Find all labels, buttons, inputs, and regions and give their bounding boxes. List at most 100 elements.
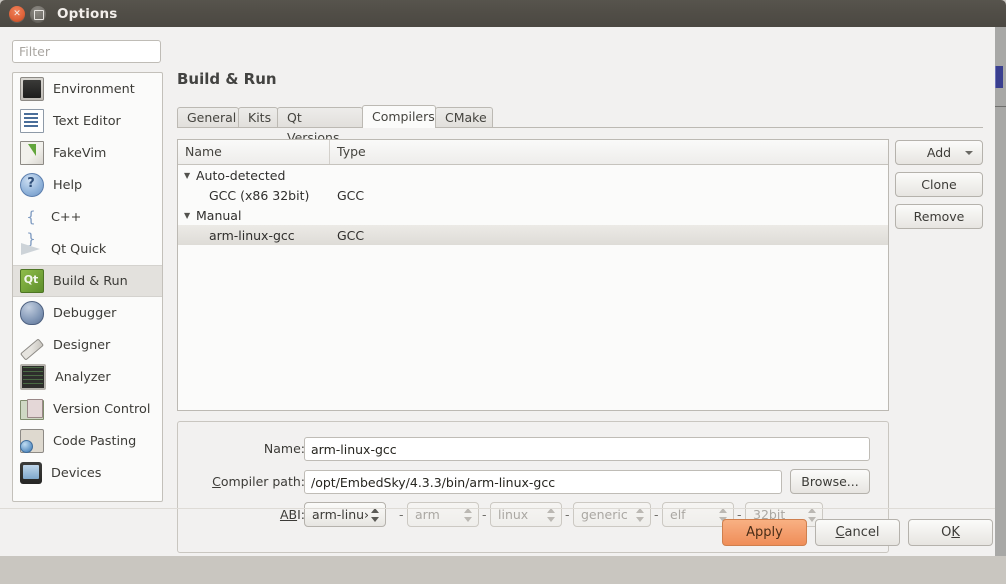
sidebar-item-designer[interactable]: Designer <box>13 329 162 361</box>
designer-icon <box>19 337 45 361</box>
tab-bar[interactable]: General Kits Qt Versions Compilers CMake <box>177 105 983 145</box>
tab-qt-versions[interactable]: Qt Versions <box>277 107 363 145</box>
code-pasting-icon <box>20 429 44 453</box>
sidebar-item-debugger[interactable]: Debugger <box>13 297 162 329</box>
background-window-divider <box>995 106 1006 107</box>
chevron-down-icon[interactable]: ▼ <box>184 211 195 220</box>
maximize-icon[interactable] <box>30 6 46 22</box>
tab-label: Kits <box>248 110 272 125</box>
sidebar-item-label: Qt Quick <box>51 241 107 257</box>
table-row[interactable]: GCC (x86 32bit) GCC <box>178 185 888 205</box>
sidebar-item-analyzer[interactable]: Analyzer <box>13 361 162 393</box>
compiler-path-label: Compiler path: <box>195 470 305 494</box>
window-title: Options <box>57 6 118 22</box>
sidebar-item-devices[interactable]: Devices <box>13 457 162 489</box>
sidebar-item-environment[interactable]: Environment <box>13 73 162 105</box>
search-input[interactable] <box>12 40 161 63</box>
tab-general[interactable]: General <box>177 107 239 128</box>
sidebar-item-version-control[interactable]: Version Control <box>13 393 162 425</box>
cell-name: GCC (x86 32bit) <box>178 188 330 203</box>
background-window-sliver-right <box>995 26 1006 556</box>
settings-category-list[interactable]: Environment Text Editor FakeVim Help C++ Qt Q… <box>12 72 163 502</box>
sidebar-item-fakevim[interactable]: FakeVim <box>13 137 162 169</box>
chevron-down-icon[interactable] <box>965 151 973 155</box>
sidebar-item-label: C++ <box>51 209 82 225</box>
sidebar-item-code-pasting[interactable]: Code Pasting <box>13 425 162 457</box>
tab-bar-underline <box>177 127 983 128</box>
cell-name: ▼ Auto-detected <box>178 168 330 183</box>
list-action-buttons: Add Clone Remove <box>895 140 983 236</box>
button-label: Add <box>926 145 952 160</box>
tab-label: General <box>187 110 237 125</box>
add-button[interactable]: Add <box>895 140 983 165</box>
cell-type: GCC <box>337 187 365 203</box>
sidebar-item-text-editor[interactable]: Text Editor <box>13 105 162 137</box>
sidebar-item-label: Environment <box>53 81 135 97</box>
compiler-path-field[interactable] <box>304 470 782 494</box>
remove-button[interactable]: Remove <box>895 204 983 229</box>
tab-label: Compilers <box>372 109 435 124</box>
devices-icon <box>20 462 42 484</box>
group-label: Manual <box>196 207 242 223</box>
sidebar-item-label: Version Control <box>53 401 151 417</box>
filter-field-wrapper <box>12 40 161 63</box>
name-label: Name: <box>263 441 305 456</box>
table-header-row: Name Type <box>178 140 888 165</box>
button-label: Clone <box>921 177 957 192</box>
sidebar-item-c[interactable]: C++ <box>13 201 162 233</box>
version-control-icon <box>20 399 44 420</box>
browse-button[interactable]: Browse... <box>790 469 870 494</box>
cpp-icon <box>20 206 42 228</box>
help-icon <box>20 173 44 197</box>
table-row[interactable]: ▼ Auto-detected <box>178 165 888 185</box>
sidebar-item-label: Help <box>53 177 83 193</box>
ok-button[interactable]: OK <box>908 519 993 546</box>
close-icon[interactable]: ✕ <box>9 6 25 22</box>
ok-mnemonic: K <box>951 525 960 540</box>
sidebar-item-label: Code Pasting <box>53 433 137 449</box>
cell-name: arm-linux-gcc <box>178 228 330 243</box>
apply-button[interactable]: Apply <box>722 519 807 546</box>
fakevim-icon <box>20 141 44 165</box>
column-header-type[interactable]: Type <box>330 140 888 164</box>
name-row: Name: <box>178 437 888 461</box>
title-bar: ✕ Options <box>0 0 1006 27</box>
cancel-button[interactable]: Cancel <box>815 519 900 546</box>
sidebar-item-label: FakeVim <box>53 145 107 161</box>
chevron-down-icon[interactable]: ▼ <box>184 171 195 180</box>
sidebar-item-label: Designer <box>53 337 111 353</box>
analyzer-icon <box>20 364 46 390</box>
dialog-body: Environment Text Editor FakeVim Help C++ Qt Q… <box>0 27 995 556</box>
sidebar-item-label: Debugger <box>53 305 117 321</box>
compiler-name: GCC (x86 32bit) <box>209 187 310 203</box>
sidebar-item-build-run[interactable]: Build & Run <box>13 265 162 297</box>
debugger-icon <box>20 301 44 325</box>
table-row[interactable]: ▼ Manual <box>178 205 888 225</box>
tab-compilers[interactable]: Compilers <box>362 105 436 128</box>
footer-divider <box>0 508 995 509</box>
tab-label: CMake <box>445 110 487 125</box>
text-editor-icon <box>20 109 44 133</box>
sidebar-item-label: Text Editor <box>53 113 121 129</box>
tab-cmake[interactable]: CMake <box>435 107 493 128</box>
build-and-run-icon <box>20 269 44 293</box>
column-header-name[interactable]: Name <box>178 140 330 164</box>
dialog-content: Environment Text Editor FakeVim Help C++ Qt Q… <box>0 27 995 553</box>
cancel-rest: ancel <box>844 525 880 540</box>
compilers-list-body: ▼ Auto-detected GCC (x86 32bit) GCC ▼ Manual a… <box>178 165 888 245</box>
sidebar-item-label: Analyzer <box>55 369 111 385</box>
dialog-footer: Apply Cancel OK <box>0 508 995 556</box>
compiler-path-row: Compiler path: Browse... <box>178 469 888 494</box>
tab-kits[interactable]: Kits <box>238 107 278 128</box>
compiler-name-field[interactable] <box>304 437 870 461</box>
active-tab-mask <box>363 127 435 128</box>
table-row[interactable]: arm-linux-gcc GCC <box>178 225 888 245</box>
sidebar-item-qt-quick[interactable]: Qt Quick <box>13 233 162 265</box>
sidebar-item-help[interactable]: Help <box>13 169 162 201</box>
clone-button[interactable]: Clone <box>895 172 983 197</box>
sidebar-item-label: Devices <box>51 465 102 481</box>
compilers-list-frame[interactable]: Name Type ▼ Auto-detected GCC (x86 32bit) G… <box>177 139 889 411</box>
cell-name: ▼ Manual <box>178 208 330 223</box>
compiler-name: arm-linux-gcc <box>209 227 295 243</box>
compiler-path-label-mnemonic: C <box>212 474 221 489</box>
